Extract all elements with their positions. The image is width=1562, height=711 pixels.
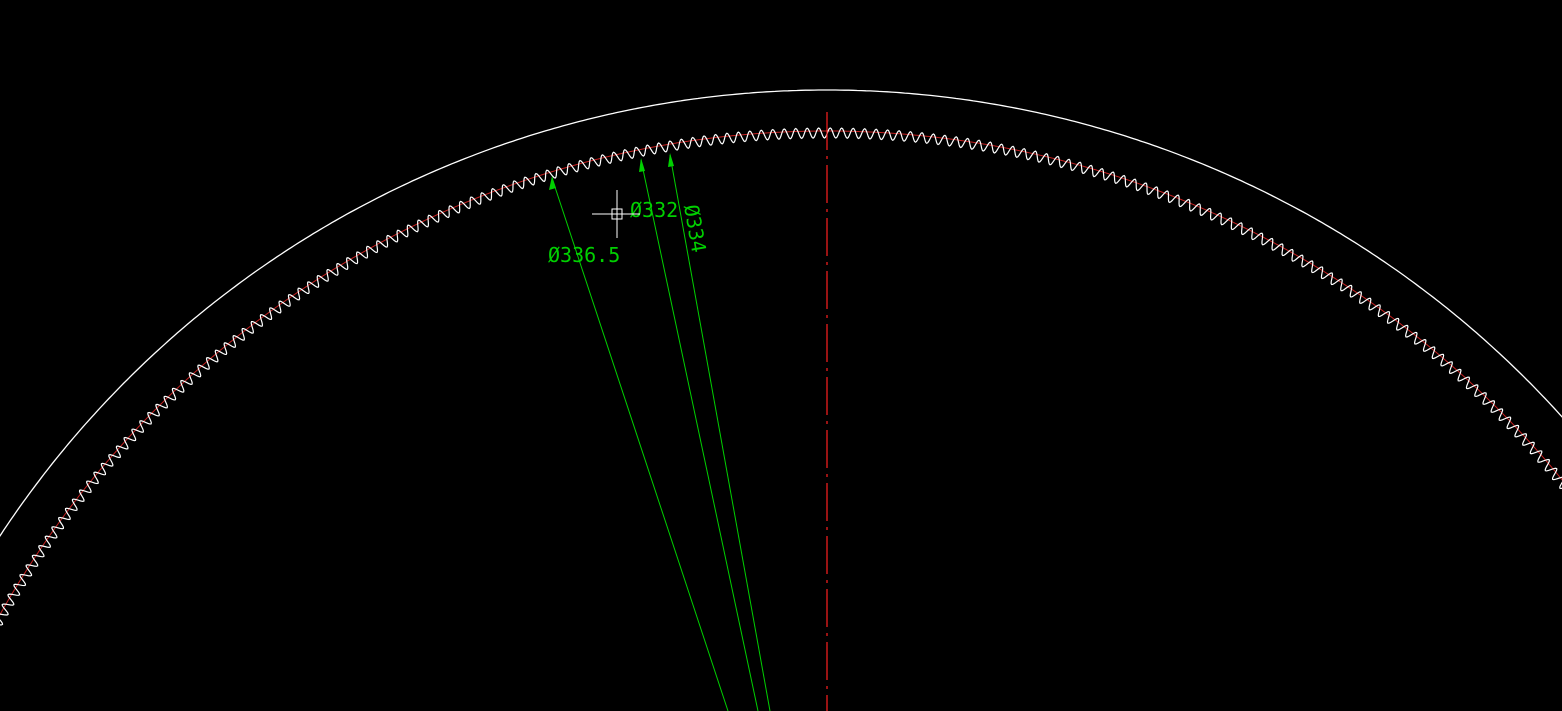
dimension-label: Ø336.5 <box>548 243 620 267</box>
dimension-label: Ø334 <box>679 203 711 255</box>
arrowhead-icon <box>668 153 674 167</box>
gear-teeth-profile[interactable] <box>0 127 1562 711</box>
cad-drawing-viewport[interactable]: Ø336.5 Ø332 Ø334 <box>0 0 1562 711</box>
outer-circle[interactable] <box>0 89 1562 662</box>
dimension-label: Ø332 <box>630 198 678 222</box>
arrowhead-icon <box>639 158 645 172</box>
dimension-diameter-334[interactable]: Ø334 <box>668 153 771 711</box>
gear-drawing-canvas[interactable]: Ø336.5 Ø332 Ø334 <box>0 0 1562 711</box>
root-arc[interactable] <box>0 130 1562 711</box>
